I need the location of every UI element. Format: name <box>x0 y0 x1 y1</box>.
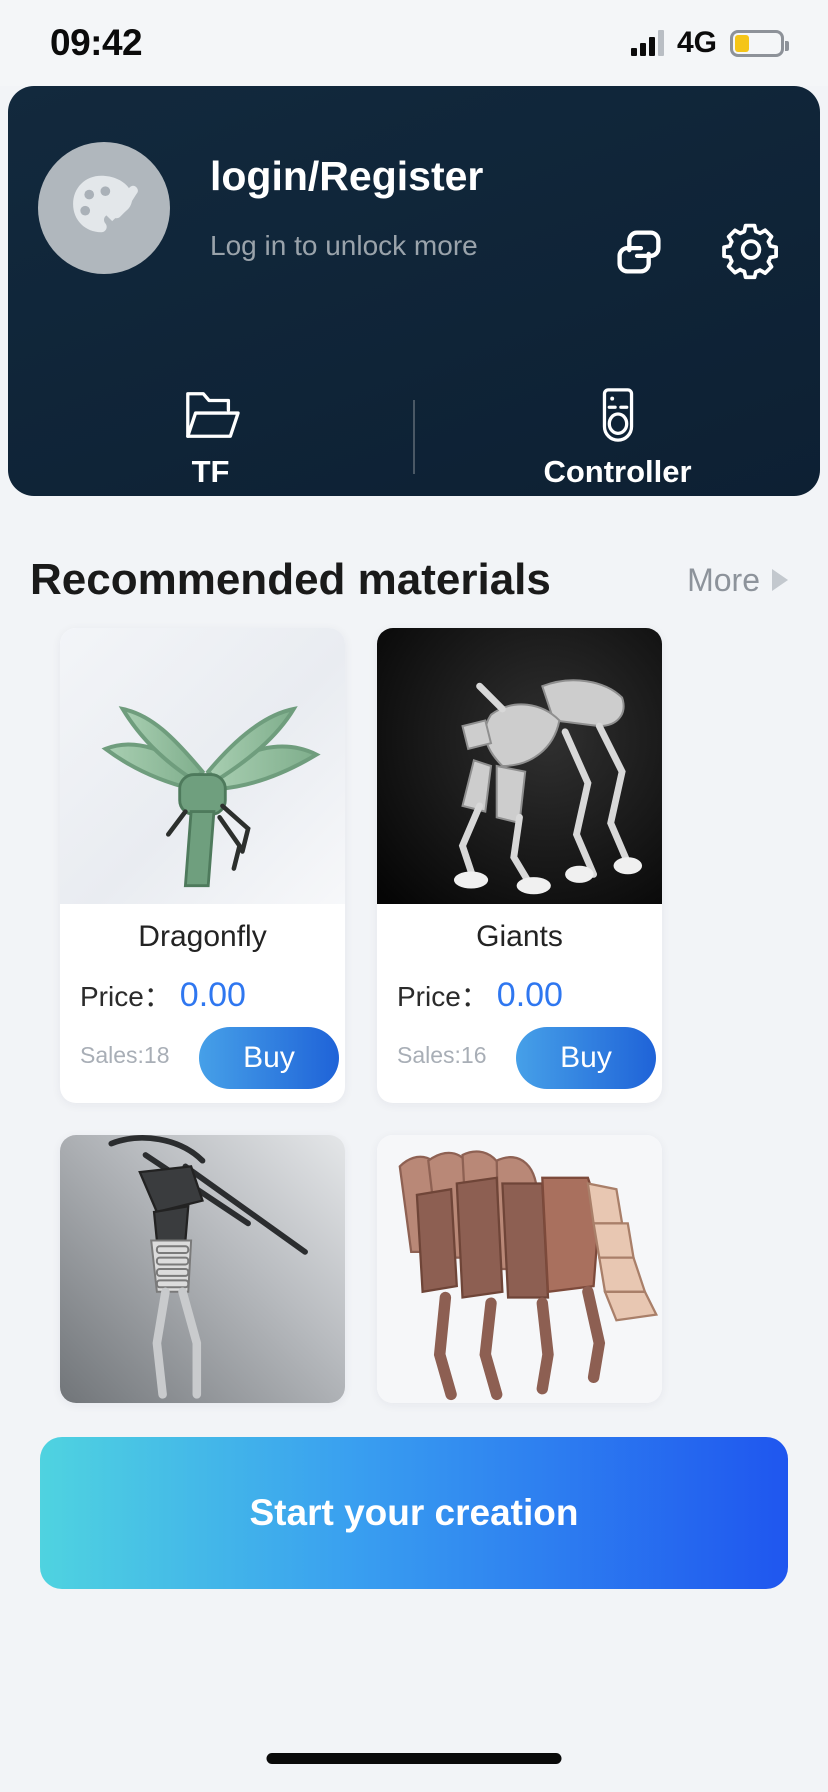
product-title: Dragonfly <box>138 920 267 953</box>
product-price-row: Price： 0.00 <box>74 975 331 1015</box>
more-label: More <box>687 562 760 598</box>
gear-icon[interactable] <box>720 221 782 288</box>
product-card[interactable] <box>60 1135 345 1403</box>
account-header-card: login/Register Log in to unlock more TF <box>8 86 820 496</box>
buy-button[interactable]: Buy <box>516 1027 656 1089</box>
product-grid-row-2 <box>0 1135 828 1403</box>
green-3d-dragonfly-model-icon <box>60 628 345 904</box>
price-value: 0.00 <box>179 976 246 1014</box>
price-label: Price： <box>80 981 172 1012</box>
remote-controller-icon <box>602 388 633 442</box>
sales-count: Sales:16 <box>397 1041 487 1068</box>
product-sales-row: Sales:16 Buy <box>391 1027 656 1089</box>
product-card[interactable]: Dragonfly Price： 0.00 Sales:18 Buy <box>60 628 345 1103</box>
brown-wooden-triceratops-model-icon <box>377 1135 662 1403</box>
link-chain-icon[interactable] <box>608 221 670 288</box>
quick-action-tf[interactable]: TF <box>8 386 413 487</box>
product-card-body: Giants Price： 0.00 Sales:16 Buy <box>377 904 662 1103</box>
product-image-dragonfly[interactable] <box>60 628 345 904</box>
cta-container: Start your creation <box>0 1403 828 1589</box>
product-title: Giants <box>476 920 563 953</box>
buy-button[interactable]: Buy <box>199 1027 339 1089</box>
login-subtitle: Log in to unlock more <box>210 230 478 261</box>
quick-action-controller[interactable]: Controller <box>415 386 820 487</box>
folder-open-icon <box>185 392 240 438</box>
quick-actions-row: TF Controller <box>8 386 820 487</box>
login-register-title[interactable]: login/Register <box>210 156 483 197</box>
signal-bars-icon <box>630 30 664 56</box>
product-card-body: Dragonfly Price： 0.00 Sales:18 Buy <box>60 904 345 1103</box>
product-image-triceratops[interactable] <box>377 1135 662 1403</box>
battery-low-icon <box>730 29 789 57</box>
start-your-creation-button[interactable]: Start your creation <box>40 1437 788 1589</box>
page-title: Recommended materials <box>30 555 551 604</box>
play-arrow-icon <box>772 569 788 591</box>
grey-skeleton-warrior-with-spear-model-icon <box>60 1135 345 1403</box>
product-card[interactable] <box>377 1135 662 1403</box>
status-bar-indicators: 4G <box>630 26 789 60</box>
home-indicator[interactable] <box>266 1753 562 1764</box>
palette-brush-avatar-icon <box>73 175 138 233</box>
profile-text: login/Register Log in to unlock more <box>210 142 483 260</box>
product-grid-row-1: Dragonfly Price： 0.00 Sales:18 Buy Giant… <box>0 628 828 1103</box>
status-bar-time: 09:42 <box>50 22 143 63</box>
more-link[interactable]: More <box>687 564 788 596</box>
network-type-label: 4G <box>676 26 717 59</box>
header-action-icons <box>608 221 782 288</box>
product-image-giants[interactable] <box>377 628 662 904</box>
quick-action-controller-label: Controller <box>543 454 692 489</box>
avatar[interactable] <box>38 142 170 274</box>
product-price-row: Price： 0.00 <box>391 975 648 1015</box>
price-label: Price： <box>397 981 489 1012</box>
product-image-skeleton-warrior[interactable] <box>60 1135 345 1403</box>
status-bar: 09:42 4G <box>0 0 828 86</box>
product-card[interactable]: Giants Price： 0.00 Sales:16 Buy <box>377 628 662 1103</box>
price-value: 0.00 <box>496 976 563 1014</box>
sales-count: Sales:18 <box>80 1041 170 1068</box>
black-white-skeleton-beast-model-icon <box>377 628 662 904</box>
quick-action-tf-label: TF <box>191 454 230 489</box>
product-sales-row: Sales:18 Buy <box>74 1027 339 1089</box>
recommended-section-header: Recommended materials More <box>0 496 828 628</box>
